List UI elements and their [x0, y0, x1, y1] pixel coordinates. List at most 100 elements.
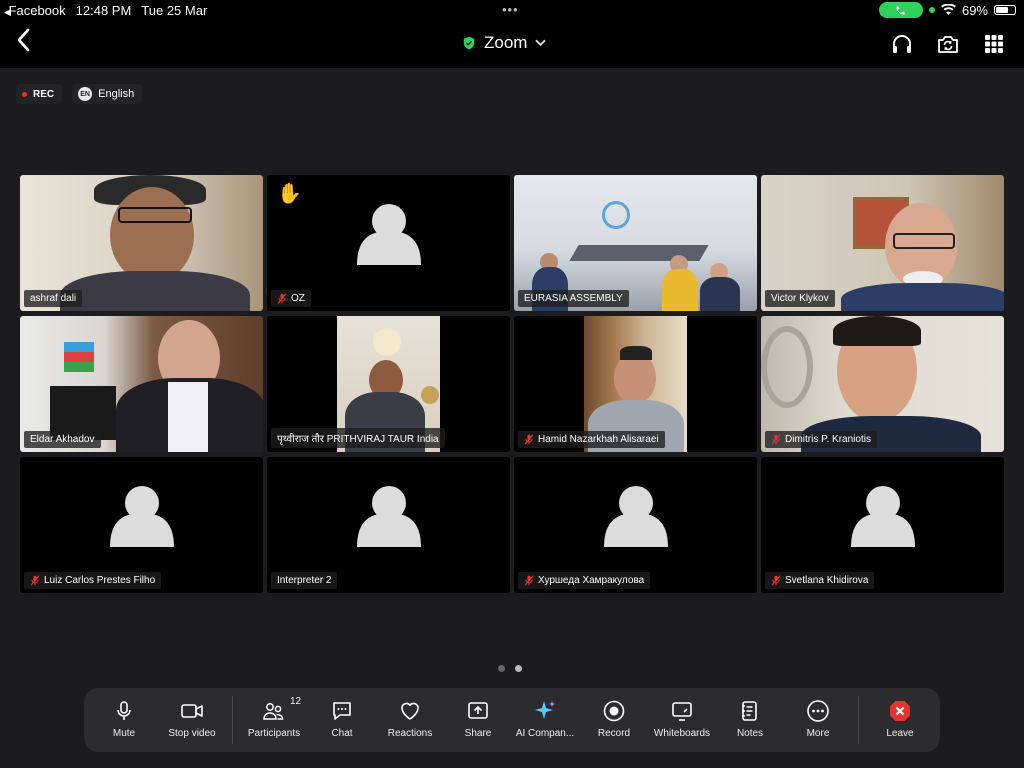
more-dots-icon — [807, 700, 829, 722]
wifi-icon — [940, 4, 956, 15]
headphones-icon[interactable] — [890, 32, 914, 56]
share-screen-icon — [468, 702, 488, 719]
participant-name: Eldar Akhadov — [30, 434, 95, 445]
participant-name-tag: Luiz Carlos Prestes Filho — [24, 572, 162, 589]
participant-tile[interactable]: ashraf dali — [20, 175, 263, 311]
mute-label: Mute — [112, 728, 136, 739]
chat-button[interactable]: Chat — [320, 688, 364, 752]
participant-name: Хуршеда Хамракулова — [538, 575, 645, 586]
stop-video-button[interactable]: Stop video — [160, 688, 224, 752]
participant-tile[interactable]: Victor Klykov — [761, 175, 1004, 311]
avatar-placeholder-icon — [604, 486, 668, 547]
record-label: Record — [597, 728, 631, 739]
meeting-toolbar: Mute Stop video Participants 12 Chat Rea… — [84, 688, 940, 752]
mic-muted-icon — [30, 575, 40, 586]
participant-name: Svetlana Khidirova — [785, 575, 869, 586]
mic-muted-icon — [524, 575, 534, 586]
participant-name: Victor Klykov — [771, 293, 829, 304]
avatar-placeholder-icon — [357, 486, 421, 547]
phone-icon — [896, 5, 906, 15]
heart-icon — [401, 702, 419, 720]
participant-tile[interactable]: Хуршеда Хамракулова — [514, 457, 757, 593]
grid-icon[interactable] — [982, 32, 1006, 56]
participant-name-tag: Svetlana Khidirova — [765, 572, 875, 589]
recording-label: REC — [33, 88, 55, 100]
participant-name-tag: OZ — [271, 290, 311, 307]
participant-name-tag: Хуршеда Хамракулова — [518, 572, 651, 589]
record-button[interactable]: Record — [590, 688, 638, 752]
page-indicator — [498, 665, 522, 672]
participant-name: पृथ्वीराज तौर PRITHVIRAJ TAUR India — [277, 434, 439, 445]
participant-name-tag: Victor Klykov — [765, 290, 835, 307]
participant-name: Interpreter 2 — [277, 575, 332, 586]
avatar-placeholder-icon — [110, 486, 174, 547]
record-dot-icon — [22, 91, 27, 97]
recording-badge[interactable]: REC — [16, 84, 63, 104]
notes-label: Notes — [736, 728, 764, 739]
participant-name-tag: EURASIA ASSEMBLY — [518, 290, 629, 307]
participant-tile[interactable]: पृथ्वीराज तौर PRITHVIRAJ TAUR India — [267, 316, 510, 452]
whiteboards-label: Whiteboards — [653, 728, 711, 739]
toolbar-separator — [232, 696, 233, 744]
participant-tile[interactable]: Interpreter 2 — [267, 457, 510, 593]
participant-tile[interactable]: Luiz Carlos Prestes Filho — [20, 457, 263, 593]
shield-check-icon — [463, 36, 475, 50]
record-icon — [603, 700, 625, 722]
participant-tile[interactable]: Svetlana Khidirova — [761, 457, 1004, 593]
reactions-label: Reactions — [387, 728, 433, 739]
participant-tile[interactable]: Hamid Nazarkhah Alisaraei — [514, 316, 757, 452]
active-call-pill[interactable] — [878, 2, 923, 18]
participant-name: Luiz Carlos Prestes Filho — [44, 575, 156, 586]
participants-count-badge: 12 — [290, 696, 302, 707]
share-button[interactable]: Share — [454, 688, 502, 752]
camera-switch-icon[interactable] — [936, 32, 960, 56]
status-bar: ◀ Facebook 12:48 PM Tue 25 Mar ••• 69% — [0, 0, 1024, 20]
participant-tile[interactable]: Dimitris P. Kraniotis — [761, 316, 1004, 452]
notes-button[interactable]: Notes — [728, 688, 772, 752]
participant-name: EURASIA ASSEMBLY — [524, 293, 623, 304]
participant-name: OZ — [291, 293, 305, 304]
participant-name-tag: ashraf dali — [24, 290, 83, 307]
meeting-title: Zoom — [484, 33, 528, 52]
mute-button[interactable]: Mute — [98, 688, 150, 752]
ai-sparkle-icon — [535, 701, 555, 719]
whiteboard-icon — [672, 702, 692, 721]
mic-muted-icon — [771, 575, 781, 586]
whiteboards-button[interactable]: Whiteboards — [648, 688, 716, 752]
participant-name-tag: Hamid Nazarkhah Alisaraei — [518, 431, 665, 448]
mic-muted-icon — [277, 293, 287, 304]
more-label: More — [806, 728, 830, 739]
language-badge[interactable]: EN English — [72, 84, 143, 104]
back-chevron-icon[interactable] — [16, 28, 30, 57]
participant-name: Dimitris P. Kraniotis — [785, 434, 871, 445]
chat-label: Chat — [331, 728, 353, 739]
participant-grid: ashraf dali ✋ OZ EURASIA ASSEMBLY Victor… — [20, 175, 1004, 593]
participant-tile[interactable]: ✋ OZ — [267, 175, 510, 311]
camera-in-use-dot — [928, 7, 935, 13]
page-dot-2[interactable] — [515, 665, 522, 672]
notes-icon — [742, 701, 757, 721]
battery-percent: 69% — [961, 2, 988, 18]
ai-companion-button[interactable]: AI Compan... — [512, 688, 578, 752]
more-button[interactable]: More — [796, 688, 840, 752]
participant-name: Hamid Nazarkhah Alisaraei — [538, 434, 659, 445]
page-dot-1[interactable] — [498, 665, 505, 672]
leave-button[interactable]: Leave — [876, 688, 924, 752]
participant-tile[interactable]: Eldar Akhadov — [20, 316, 263, 452]
ai-companion-label: AI Compan... — [515, 728, 575, 739]
participant-name-tag: Dimitris P. Kraniotis — [765, 431, 877, 448]
mic-muted-icon — [771, 434, 781, 445]
avatar-placeholder-icon — [357, 204, 421, 265]
video-camera-icon — [181, 704, 203, 718]
meeting-title-button[interactable]: Zoom — [462, 33, 547, 53]
participant-tile-active-speaker[interactable]: EURASIA ASSEMBLY — [514, 175, 757, 311]
participant-name-tag: Interpreter 2 — [271, 572, 338, 589]
participants-label: Participants — [247, 728, 301, 739]
battery-icon — [994, 5, 1016, 15]
back-to-app-link[interactable]: ◀ Facebook — [4, 3, 66, 18]
multitasking-dots-icon[interactable]: ••• — [502, 2, 519, 17]
share-label: Share — [464, 728, 492, 739]
status-time: 12:48 PM — [75, 3, 132, 18]
reactions-button[interactable]: Reactions — [380, 688, 440, 752]
raised-hand-icon: ✋ — [277, 183, 302, 205]
